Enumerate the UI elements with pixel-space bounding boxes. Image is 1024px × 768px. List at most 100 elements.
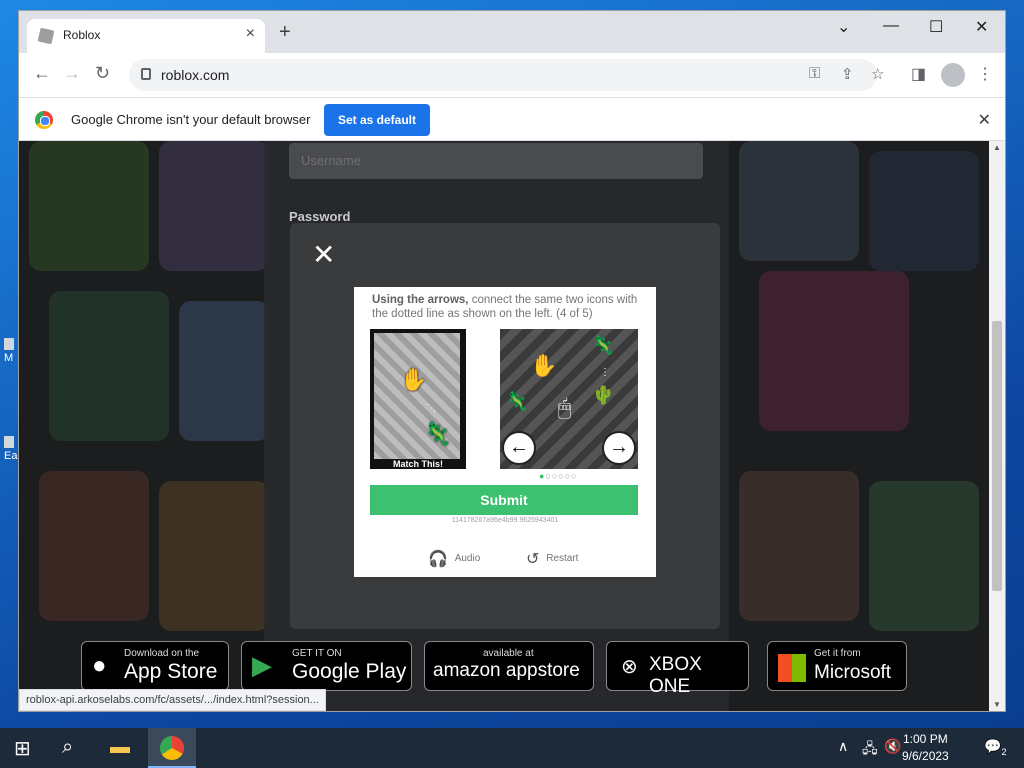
clock-time: 1:00 PM	[903, 732, 948, 746]
app-store-badge[interactable]: Download on the App Store ●	[81, 641, 229, 691]
badge-big-text: Microsoft	[814, 662, 892, 683]
captcha-instructions: Using the arrows, connect the same two i…	[372, 293, 642, 321]
badge-small-text: Get it from	[814, 648, 861, 659]
instruction-bold: Using the arrows,	[372, 294, 469, 306]
windows-logo-icon	[778, 654, 806, 682]
match-example: ✋ ⋱ 🦎 Match This!	[370, 329, 466, 469]
notifications-icon[interactable]: 💬2	[984, 738, 1006, 757]
vertical-scrollbar[interactable]: ▲ ▼	[989, 141, 1005, 711]
mouse-icon: 🖱	[558, 395, 572, 420]
share-icon[interactable]: ⇪	[841, 65, 854, 83]
dotted-line-icon: ⋱	[426, 403, 436, 414]
scroll-up-icon[interactable]: ▲	[993, 143, 1001, 152]
username-field[interactable]: Username	[289, 143, 703, 179]
bookmark-star-icon[interactable]: ☆	[871, 65, 884, 83]
side-panel-icon[interactable]: ◨	[911, 64, 926, 84]
dinosaur-icon: 🦎	[424, 421, 452, 446]
microsoft-badge[interactable]: Get it from Microsoft	[767, 641, 907, 691]
desktop-icon-1[interactable]: M	[4, 338, 18, 364]
captcha-frame: Using the arrows, connect the same two i…	[354, 287, 656, 577]
right-arrow-button[interactable]: →	[602, 431, 636, 465]
toolbar: ← → ↻ roblox.com ⚿ ⇪ ☆ ◨ ⋮	[19, 53, 1005, 97]
file-icon	[4, 338, 14, 350]
address-bar[interactable]: roblox.com ⚿ ⇪ ☆	[129, 59, 884, 91]
page-content: Username Password ✕ Using the arrows, co…	[19, 141, 991, 711]
back-arrow-icon[interactable]: ←	[33, 63, 51, 84]
dinosaur-icon: 🦎	[506, 391, 529, 411]
badge-big-text: App Store	[124, 660, 218, 683]
network-icon[interactable]: 🖧	[862, 738, 878, 762]
taskbar: ⊞ ⌕ ▬ ∧ 🖧 🔇 1:00 PM 9/6/2023 💬2	[0, 728, 1024, 768]
session-id: 114178267a96e4b99.9625943401	[451, 517, 559, 524]
play-triangle-icon: ▶	[252, 650, 272, 680]
roblox-favicon-icon	[37, 27, 55, 45]
maximize-button[interactable]: ☐	[929, 17, 943, 37]
scroll-down-icon[interactable]: ▼	[993, 700, 1001, 709]
file-explorer-icon[interactable]: ▬	[110, 736, 130, 759]
show-hidden-icons-chevron[interactable]: ∧	[838, 738, 848, 755]
lock-icon[interactable]	[141, 68, 151, 80]
dotted-line-icon: ⋮	[600, 367, 610, 378]
match-image: ✋ ⋱ 🦎	[374, 333, 460, 459]
apple-icon: ●	[92, 652, 107, 679]
choice-image: ✋ 🦎 ⋮ 🦎 🖱 🌵 ← →	[500, 329, 638, 469]
tab-search-chevron-icon[interactable]: ⌄	[837, 17, 850, 37]
tab-close-icon[interactable]: ×	[246, 25, 255, 43]
browser-window: Roblox × + ⌄ — ☐ ✕ ← → ↻ roblox.com ⚿ ⇪ …	[18, 10, 1006, 712]
search-icon[interactable]: ⌕	[62, 736, 73, 759]
key-icon[interactable]: ⚿	[809, 65, 820, 82]
captcha-modal: ✕ Using the arrows, connect the same two…	[290, 223, 720, 629]
new-tab-button[interactable]: +	[279, 22, 291, 42]
amazon-appstore-badge[interactable]: available at amazon appstore	[424, 641, 594, 691]
audio-button[interactable]: 🎧 Audio	[428, 549, 480, 569]
google-play-badge[interactable]: GET IT ON Google Play ▶	[241, 641, 412, 691]
submit-button[interactable]: Submit	[370, 485, 638, 515]
badge-small-text: GET IT ON	[292, 648, 342, 659]
notification-count: 2	[1001, 746, 1007, 757]
url-text[interactable]: roblox.com	[161, 67, 229, 83]
windows-start-icon[interactable]: ⊞	[14, 736, 31, 761]
desktop-icon-label: Ea	[4, 450, 18, 462]
restart-button[interactable]: ↺ Restart	[526, 549, 578, 569]
badge-big-text: XBOX ONE	[649, 654, 702, 697]
chrome-logo-icon	[35, 111, 53, 129]
menu-kebab-icon[interactable]: ⋮	[977, 64, 993, 84]
forward-arrow-icon[interactable]: →	[63, 63, 81, 84]
cactus-icon: 🌵	[592, 385, 615, 405]
password-label: Password	[289, 209, 351, 224]
xbox-one-badge[interactable]: ⊗ XBOX ONE	[606, 641, 749, 697]
tab-roblox[interactable]: Roblox ×	[27, 19, 265, 53]
scroll-thumb[interactable]	[992, 321, 1002, 591]
infobar-close-icon[interactable]: ✕	[978, 110, 991, 130]
volume-muted-icon[interactable]: 🔇	[884, 738, 901, 755]
infobar-message: Google Chrome isn't your default browser	[71, 112, 311, 127]
file-icon	[4, 436, 14, 448]
creature-icon: 🦎	[592, 335, 615, 355]
hands-circle-icon: ✋	[400, 367, 428, 392]
set-as-default-button[interactable]: Set as default	[324, 104, 430, 136]
restart-icon: ↺	[526, 551, 540, 568]
restart-label: Restart	[546, 553, 579, 564]
chrome-icon	[160, 736, 184, 760]
minimize-button[interactable]: —	[883, 17, 899, 35]
badge-big-text: amazon appstore	[433, 660, 580, 681]
close-window-button[interactable]: ✕	[975, 17, 988, 37]
xbox-icon: ⊗	[621, 656, 638, 678]
clock-date: 9/6/2023	[902, 749, 949, 763]
left-arrow-button[interactable]: ←	[502, 431, 536, 465]
modal-close-icon[interactable]: ✕	[312, 241, 335, 269]
system-clock[interactable]: 1:00 PM 9/6/2023	[902, 731, 949, 765]
tab-strip: Roblox × + ⌄ — ☐ ✕	[19, 11, 1005, 53]
reload-icon[interactable]: ↻	[95, 63, 110, 84]
tab-title: Roblox	[63, 28, 101, 42]
desktop-icon-label: M	[4, 352, 14, 364]
audio-label: Audio	[454, 553, 481, 564]
badge-small-text: available at	[483, 648, 534, 659]
status-bar: roblox-api.arkoselabs.com/fc/assets/.../…	[19, 689, 326, 711]
match-label: Match This!	[374, 459, 462, 469]
desktop-icon-2[interactable]: Ea	[4, 436, 18, 462]
hands-circle-icon: ✋	[530, 353, 558, 378]
username-placeholder: Username	[301, 153, 361, 168]
profile-avatar[interactable]	[941, 63, 965, 87]
chrome-taskbar-button[interactable]	[148, 728, 196, 768]
